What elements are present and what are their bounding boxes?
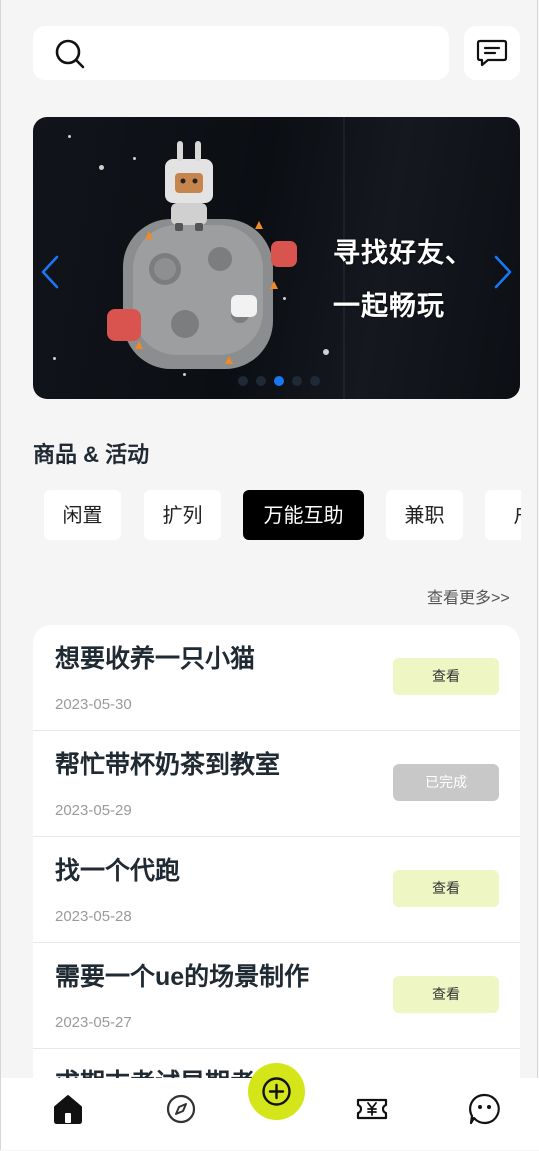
category-tabs: 闲置 扩列 万能互助 兼职 户: [44, 490, 521, 540]
carousel-dot[interactable]: [256, 376, 266, 386]
item-date: 2023-05-28: [55, 908, 132, 925]
item-date: 2023-05-30: [55, 696, 132, 713]
carousel-dots: [238, 376, 320, 386]
item-title: 想要收养一只小猫: [55, 645, 256, 673]
category-chip-active[interactable]: 万能互助: [243, 490, 364, 540]
view-button[interactable]: 查看: [393, 870, 499, 907]
task-list: 想要收养一只小猫 2023-05-30 查看 帮忙带杯奶茶到教室 2023-05…: [33, 625, 520, 1085]
star-decoration: [68, 135, 71, 138]
add-icon: [262, 1077, 291, 1106]
star-decoration: [99, 165, 104, 170]
chevron-left-icon[interactable]: [40, 255, 60, 289]
category-chip[interactable]: 扩列: [144, 490, 221, 540]
chat-face-icon[interactable]: [468, 1092, 502, 1126]
item-title: 帮忙带杯奶茶到教室: [55, 751, 281, 779]
category-chip[interactable]: 户: [485, 490, 521, 540]
item-title: 找一个代跑: [55, 857, 181, 885]
compass-icon[interactable]: [164, 1092, 198, 1126]
banner-headline-line2: 一起畅玩: [333, 291, 445, 321]
message-icon: [476, 39, 508, 67]
banner-headline: 寻找好友、 一起畅玩: [333, 227, 503, 333]
banner-headline-line1: 寻找好友、: [333, 238, 473, 268]
carousel-dot[interactable]: [310, 376, 320, 386]
search-icon: [55, 39, 85, 69]
category-chip[interactable]: 闲置: [44, 490, 121, 540]
category-chip[interactable]: 兼职: [386, 490, 463, 540]
item-title: 需要一个ue的场景制作: [55, 963, 310, 991]
list-item[interactable]: 想要收养一只小猫 2023-05-30 查看: [33, 625, 520, 731]
item-date: 2023-05-27: [55, 1014, 132, 1031]
app-frame: 寻找好友、 一起畅玩 商品 & 活动 闲置 扩列 万能互助 兼职 户 查看更多>…: [0, 0, 539, 1150]
carousel-dot[interactable]: [238, 376, 248, 386]
section-title: 商品 & 活动: [33, 442, 150, 467]
list-item[interactable]: 帮忙带杯奶茶到教室 2023-05-29 已完成: [33, 731, 520, 837]
list-item[interactable]: 需要一个ue的场景制作 2023-05-27 查看: [33, 943, 520, 1049]
carousel-dot-active[interactable]: [274, 376, 284, 386]
add-post-button[interactable]: [248, 1063, 305, 1120]
message-button[interactable]: [464, 26, 520, 80]
promo-banner[interactable]: 寻找好友、 一起畅玩: [33, 117, 520, 399]
star-decoration: [323, 349, 329, 355]
item-date: 2023-05-29: [55, 802, 132, 819]
home-icon[interactable]: [51, 1092, 85, 1126]
star-decoration: [53, 357, 56, 360]
search-bar[interactable]: [33, 26, 449, 80]
view-button[interactable]: 查看: [393, 658, 499, 695]
completed-button[interactable]: 已完成: [393, 764, 499, 801]
view-button[interactable]: 查看: [393, 976, 499, 1013]
chevron-right-icon[interactable]: [493, 255, 513, 289]
see-more-link[interactable]: 查看更多>>: [427, 584, 510, 608]
list-item[interactable]: 找一个代跑 2023-05-28 查看: [33, 837, 520, 943]
carousel-dot[interactable]: [292, 376, 302, 386]
planet-robot-illustration: [107, 141, 297, 369]
ticket-yen-icon[interactable]: [355, 1092, 389, 1126]
